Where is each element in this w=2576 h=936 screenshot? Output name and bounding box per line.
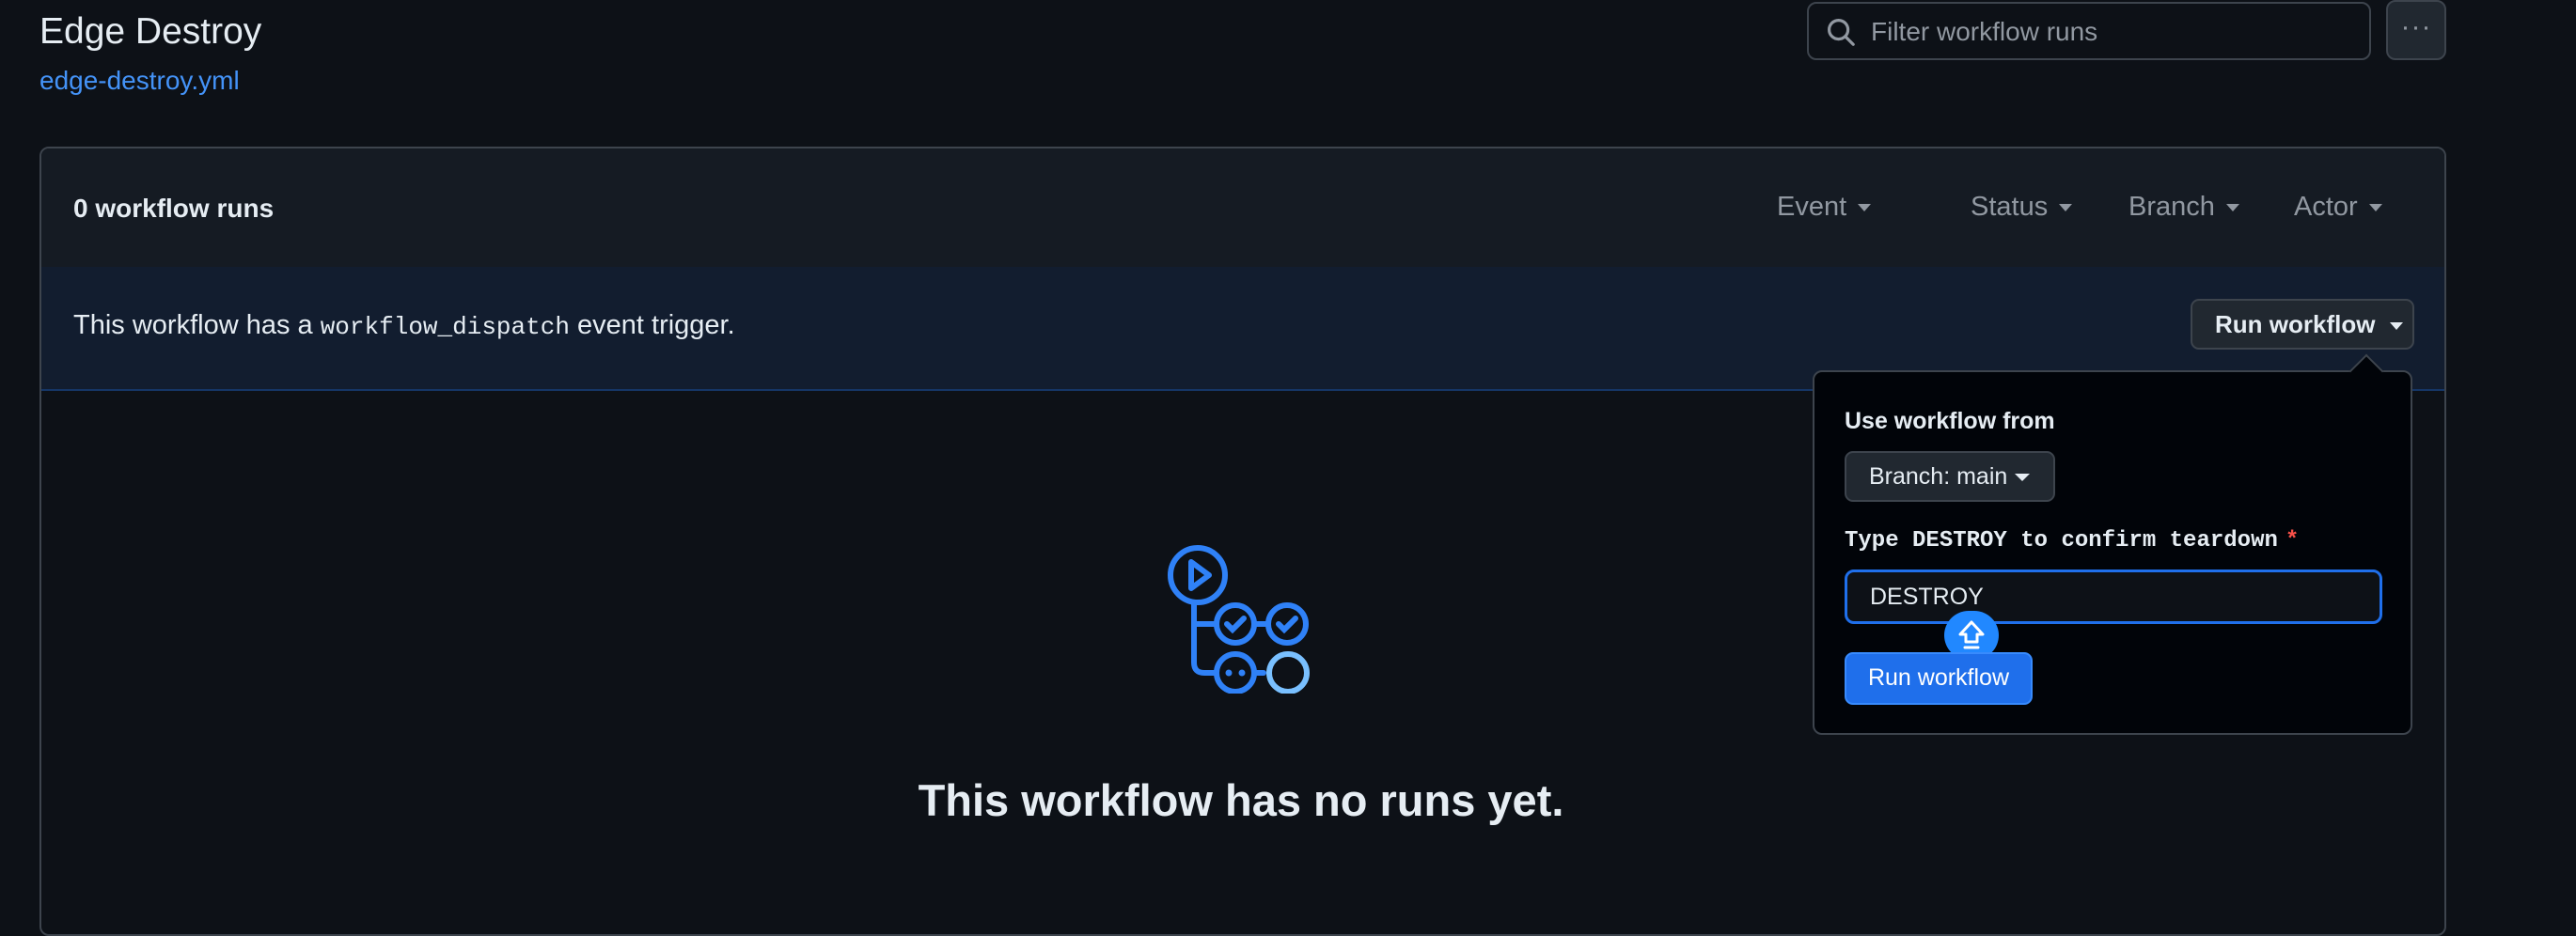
branch-select-button[interactable]: Branch: main bbox=[1845, 451, 2055, 502]
more-options-button[interactable]: ··· bbox=[2386, 0, 2446, 60]
chevron-down-icon bbox=[2368, 204, 2382, 212]
filter-event[interactable]: Event bbox=[1777, 192, 1872, 223]
run-workflow-label: Run workflow bbox=[2215, 310, 2376, 338]
trigger-code: workflow_dispatch bbox=[320, 313, 570, 341]
filter-branch[interactable]: Branch bbox=[2128, 192, 2239, 223]
filter-event-label: Event bbox=[1777, 192, 1847, 222]
filter-status-label: Status bbox=[1971, 192, 2049, 222]
workflow-icon bbox=[1168, 545, 1310, 694]
chevron-down-icon bbox=[1858, 204, 1872, 212]
chevron-down-icon bbox=[2015, 474, 2031, 482]
branch-select-label: Branch: main bbox=[1869, 463, 2008, 490]
filter-actor-label: Actor bbox=[2294, 192, 2358, 222]
filter-branch-label: Branch bbox=[2128, 192, 2215, 222]
confirm-input-label-text: Type DESTROY to confirm teardown bbox=[1845, 528, 2278, 554]
confirm-input-label: Type DESTROY to confirm teardown * bbox=[1845, 528, 2299, 554]
run-workflow-submit-button[interactable]: Run workflow bbox=[1845, 652, 2033, 705]
filter-runs-search[interactable] bbox=[1807, 2, 2371, 60]
chevron-down-icon bbox=[2225, 204, 2239, 212]
filter-status[interactable]: Status bbox=[1971, 192, 2073, 223]
chevron-down-icon bbox=[2390, 322, 2404, 331]
workflow-file-link[interactable]: edge-destroy.yml bbox=[39, 66, 240, 96]
run-workflow-popover: Use workflow from Branch: main Type DEST… bbox=[1813, 353, 2412, 735]
use-workflow-from-label: Use workflow from bbox=[1845, 408, 2055, 434]
page-title: Edge Destroy bbox=[39, 11, 262, 52]
trigger-text: This workflow has a workflow_dispatch ev… bbox=[73, 310, 735, 341]
search-icon bbox=[1828, 19, 1855, 46]
runs-header: 0 workflow runs bbox=[41, 148, 2444, 269]
trigger-text-after: event trigger. bbox=[569, 310, 735, 340]
filter-actor[interactable]: Actor bbox=[2294, 192, 2382, 223]
trigger-text-before: This workflow has a bbox=[73, 310, 321, 340]
run-count: 0 workflow runs bbox=[73, 194, 275, 223]
search-input[interactable] bbox=[1869, 4, 2362, 60]
empty-state-title: This workflow has no runs yet. bbox=[918, 775, 1564, 825]
chevron-down-icon bbox=[2059, 204, 2073, 212]
required-asterisk: * bbox=[2285, 528, 2300, 554]
run-workflow-dropdown-button[interactable]: Run workflow bbox=[2191, 299, 2414, 350]
confirm-destroy-input[interactable] bbox=[1845, 569, 2382, 624]
